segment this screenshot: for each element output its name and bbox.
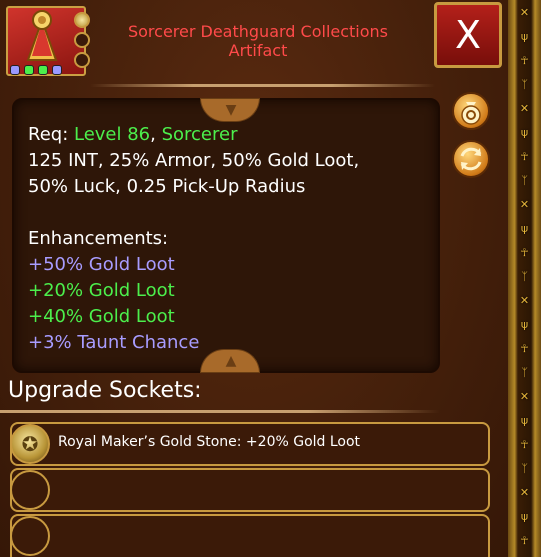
rune-glyph: ᛉ xyxy=(521,78,528,91)
rune-glyph: ✕ xyxy=(519,294,530,307)
triangle-down-icon: ▼ xyxy=(225,102,237,118)
stat-line: 125 INT, 25% Armor, 50% Gold Loot, xyxy=(28,150,360,171)
transmute-button[interactable] xyxy=(452,140,490,178)
gem-slot xyxy=(38,65,48,75)
socket-slot[interactable] xyxy=(10,468,490,512)
req-class: Sorcerer xyxy=(161,124,238,145)
divider xyxy=(0,410,440,413)
rune-glyph: ☥ xyxy=(520,342,529,355)
divider xyxy=(90,84,435,87)
rune-glyph: ✕ xyxy=(519,6,530,19)
rune-glyph: ☥ xyxy=(520,534,529,547)
scroll-up-button[interactable]: ▼ xyxy=(200,98,260,122)
gem-slot xyxy=(52,65,62,75)
rune-glyph: ψ xyxy=(520,30,529,43)
rune-glyph: ☥ xyxy=(520,438,529,451)
rune-glyph: ☥ xyxy=(520,54,529,67)
enhancement-item: +40% Gold Loot xyxy=(28,306,175,327)
req-level: Level 86 xyxy=(73,124,151,145)
requirements-line: Req: Level 86, Sorcerer xyxy=(28,122,438,148)
rune-glyph: ᛉ xyxy=(521,174,528,187)
necklace-icon xyxy=(26,10,58,61)
enhancement-item: +3% Taunt Chance xyxy=(28,332,200,353)
rune-glyph: ᛉ xyxy=(521,270,528,283)
sockets-heading: Upgrade Sockets: xyxy=(8,378,202,403)
gold-bag-icon xyxy=(461,102,481,125)
rune-glyph: ψ xyxy=(520,318,529,331)
rune-glyph: ☥ xyxy=(520,246,529,259)
rune-glyph: ᛉ xyxy=(521,462,528,475)
rune-glyph: ψ xyxy=(520,510,529,523)
item-title: Sorcerer Deathguard Collections Artifact xyxy=(90,22,426,60)
item-name: Sorcerer Deathguard Collections xyxy=(127,22,389,41)
rune-glyph: ☥ xyxy=(520,150,529,163)
swap-arrows-icon xyxy=(460,147,482,171)
rune-glyph: ✕ xyxy=(519,390,530,403)
gem-slot xyxy=(10,65,20,75)
socket-slot[interactable] xyxy=(10,514,490,557)
enhancement-item: +50% Gold Loot xyxy=(28,254,175,275)
enhancement-item: +20% Gold Loot xyxy=(28,280,175,301)
empty-socket-icon[interactable] xyxy=(10,516,50,556)
sell-button[interactable] xyxy=(452,92,490,130)
rune-glyph: ᛉ xyxy=(521,366,528,379)
stat-line: 50% Luck, 0.25 Pick-Up Radius xyxy=(28,176,306,197)
enhancements-header: Enhancements: xyxy=(28,228,169,249)
empty-socket-icon[interactable] xyxy=(10,470,50,510)
socket-label: Royal Maker’s Gold Stone: +20% Gold Loot xyxy=(58,434,361,450)
req-label: Req: xyxy=(28,124,74,145)
socket-indicator xyxy=(74,32,90,48)
rune-glyph: ✕ xyxy=(519,198,530,211)
artifact-necklace-icon[interactable] xyxy=(6,6,90,76)
item-type: Artifact xyxy=(228,41,288,60)
gold-stone-icon[interactable]: ✪ xyxy=(10,424,50,464)
socket-indicator xyxy=(74,12,90,28)
rune-glyph: ψ xyxy=(520,414,529,427)
gem-slot xyxy=(24,65,34,75)
close-button[interactable]: X xyxy=(434,2,502,68)
rune-glyph: ✕ xyxy=(519,486,530,499)
socket-indicator xyxy=(74,52,90,68)
rune-glyph: ψ xyxy=(520,126,529,139)
rune-glyph: ✕ xyxy=(519,102,530,115)
rune-glyph: ψ xyxy=(520,222,529,235)
req-separator: , xyxy=(150,124,162,145)
stats-text: Req: Level 86, Sorcerer 125 INT, 25% Arm… xyxy=(28,122,438,356)
